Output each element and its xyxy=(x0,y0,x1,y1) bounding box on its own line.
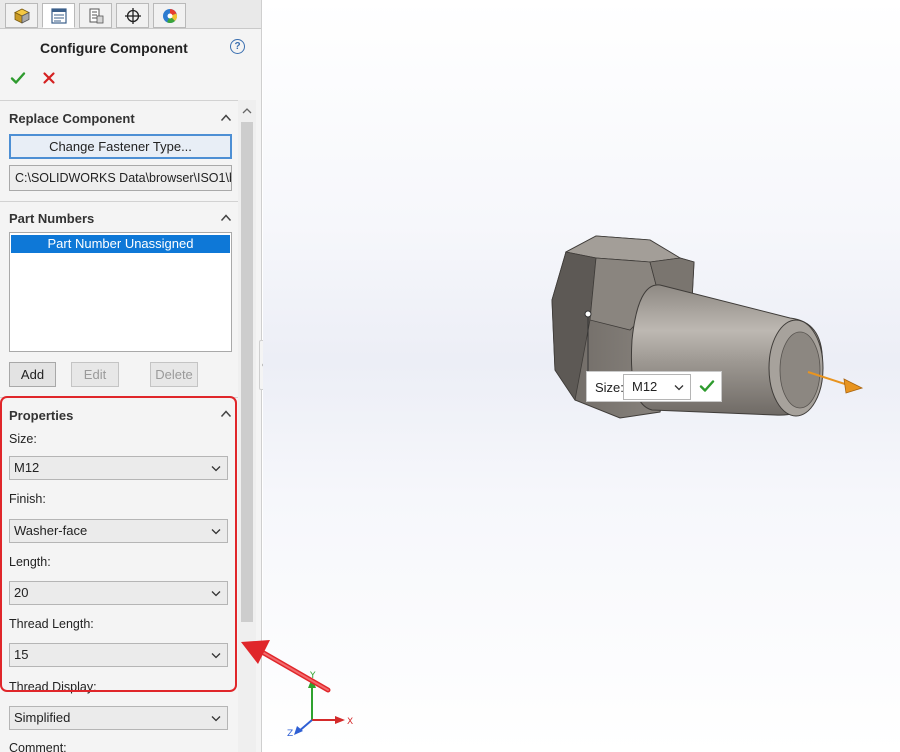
size-popup-label: Size: xyxy=(595,380,624,395)
divider xyxy=(0,201,238,202)
checkmark-icon[interactable] xyxy=(699,378,715,394)
delete-button[interactable]: Delete xyxy=(150,362,198,387)
group-title-part-numbers: Part Numbers xyxy=(9,211,95,226)
property-manager-title: Configure Component xyxy=(40,40,188,56)
edit-button[interactable]: Edit xyxy=(71,362,119,387)
manager-tab-bar xyxy=(0,0,261,29)
checkmark-icon[interactable] xyxy=(10,70,26,86)
display-manager-icon xyxy=(162,8,177,23)
chevron-down-icon xyxy=(674,385,684,391)
chevron-up-icon[interactable] xyxy=(241,106,253,116)
triad-z-label: Z xyxy=(287,729,293,739)
dimxpert-icon xyxy=(124,7,141,24)
x-icon[interactable] xyxy=(42,71,56,85)
annotation-arrow xyxy=(241,640,331,693)
comment-label: Comment: xyxy=(9,741,67,752)
list-item[interactable]: Part Number Unassigned xyxy=(11,235,230,253)
tab-configuration-manager[interactable] xyxy=(79,3,112,28)
chevron-up-icon[interactable] xyxy=(220,213,232,223)
part-numbers-list[interactable]: Part Number Unassigned xyxy=(9,232,232,352)
tab-dimxpert-manager[interactable] xyxy=(116,3,149,28)
triad-x-label: X xyxy=(347,717,353,727)
graphics-viewport[interactable]: Y X Z xyxy=(263,0,900,752)
configuration-manager-icon xyxy=(89,8,103,23)
component-path-field[interactable]: C:\SOLIDWORKS Data\browser\ISO1\b xyxy=(9,165,232,191)
divider xyxy=(0,100,238,101)
thread-display-select[interactable]: Simplified xyxy=(9,706,228,730)
chevron-down-icon xyxy=(211,716,221,722)
property-manager-icon xyxy=(50,7,67,24)
scrollbar-thumb[interactable] xyxy=(241,122,253,622)
change-fastener-type-button[interactable]: Change Fastener Type... xyxy=(9,134,232,159)
thread-display-select-value: Simplified xyxy=(14,710,71,725)
add-button[interactable]: Add xyxy=(9,362,56,387)
tab-property-manager[interactable] xyxy=(42,3,75,28)
group-title-replace-component: Replace Component xyxy=(9,111,135,126)
help-icon[interactable]: ? xyxy=(230,39,245,54)
size-popup-select[interactable]: M12 xyxy=(623,374,691,400)
size-popup-value: M12 xyxy=(632,379,658,394)
tab-display-manager[interactable] xyxy=(153,3,186,28)
tab-feature-manager[interactable] xyxy=(5,3,38,28)
properties-highlight-box xyxy=(0,396,237,692)
chevron-up-icon[interactable] xyxy=(220,113,232,123)
size-popup-toolbar: Size: M12 xyxy=(586,371,722,402)
property-manager-panel: Configure Component ? Replace Component … xyxy=(0,0,262,752)
hex-bolt-model[interactable] xyxy=(263,0,900,752)
feature-manager-icon xyxy=(13,8,30,24)
